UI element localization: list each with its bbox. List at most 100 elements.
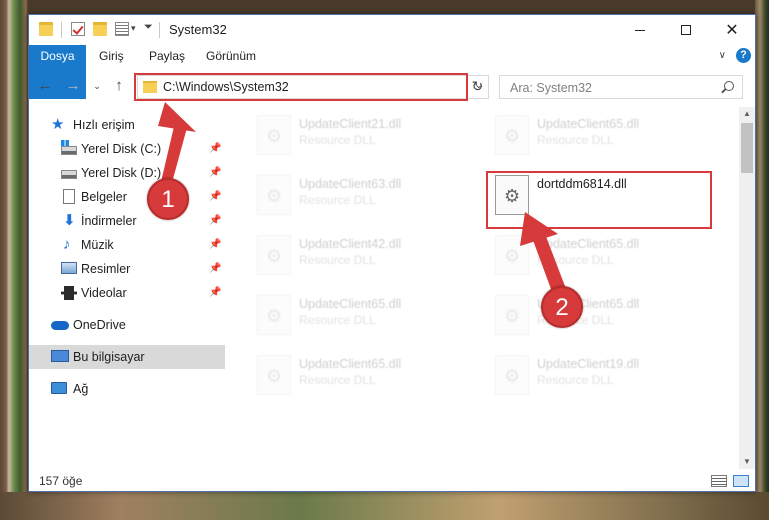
quick-access-dropdown-icon[interactable]: ⏷ [144,21,153,34]
dll-file-icon [257,235,291,275]
sidebar-item-label: Resimler [81,262,131,276]
target-file-highlight [486,171,712,229]
sidebar-item-network[interactable]: Ağ [29,377,225,401]
dll-file-icon [495,355,529,395]
dll-file-icon [257,355,291,395]
pin-icon[interactable]: 📌 [209,239,221,250]
expand-ribbon-icon[interactable]: ∨ [719,50,726,61]
dll-file-icon [495,235,529,275]
scroll-down-icon[interactable]: ▼ [739,455,755,469]
chevron-down-icon[interactable]: ▾ [131,23,136,34]
sidebar-item-local-disk-c[interactable]: Yerel Disk (C:) 📌 [29,137,225,161]
properties-check-icon[interactable] [71,22,85,36]
maximize-icon [681,25,691,35]
sidebar-item-documents[interactable]: Belgeler 📌 [29,185,225,209]
title-bar: ▾ ⏷ System32 ✕ [29,15,755,45]
refresh-button[interactable]: ↻ [467,75,487,99]
sidebar-item-label: Yerel Disk (D:) [81,166,162,180]
file-item[interactable]: UpdateClient65.dll Resource DLL [485,231,711,285]
file-type: Resource DLL [299,373,376,387]
tab-home[interactable]: Giriş [87,45,136,67]
pin-icon[interactable]: 📌 [209,167,221,178]
navigation-pane: ★ Hızlı erişim Yerel Disk (C:) 📌 Yerel D… [29,107,225,467]
pictures-icon [61,262,77,274]
file-item[interactable]: UpdateClient65.dll Resource DLL [247,291,473,345]
sidebar-item-label: Hızlı erişim [73,118,135,132]
dll-file-icon [257,295,291,335]
file-item[interactable]: UpdateClient65.dll Resource DLL [485,291,711,345]
pin-icon[interactable]: 📌 [209,191,221,202]
item-count: 157 öğe [39,474,83,488]
vertical-scrollbar[interactable]: ▲ ▼ [739,107,755,469]
minimize-button[interactable] [617,15,663,45]
dll-file-icon [257,115,291,155]
pin-icon[interactable]: 📌 [209,287,221,298]
pin-icon[interactable]: 📌 [209,215,221,226]
tab-view[interactable]: Görünüm [194,45,268,67]
recent-locations-button[interactable]: ⌄ [87,75,107,97]
maximize-button[interactable] [663,15,709,45]
file-type: Resource DLL [537,373,614,387]
sidebar-item-videos[interactable]: Videolar 📌 [29,281,225,305]
customize-toolbar-icon[interactable] [115,22,129,36]
new-folder-icon[interactable] [93,22,107,36]
divider [159,22,160,38]
step-badge-1: 1 [147,178,189,220]
sidebar-item-quick-access[interactable]: ★ Hızlı erişim [29,113,225,137]
close-icon: ✕ [725,22,739,39]
close-button[interactable]: ✕ [709,15,755,45]
file-item[interactable]: UpdateClient42.dll Resource DLL [247,231,473,285]
search-box[interactable]: Ara: System32 [499,75,743,99]
forward-button[interactable]: → [63,75,83,97]
file-name: UpdateClient42.dll [299,237,402,251]
scroll-up-icon[interactable]: ▲ [739,107,755,121]
computer-icon [51,350,69,362]
document-icon [63,189,75,204]
large-icons-view-icon[interactable] [733,475,749,487]
disk-icon [61,146,77,155]
file-item[interactable]: UpdateClient19.dll Resource DLL [485,351,711,405]
dll-file-icon [495,115,529,155]
pin-icon[interactable]: 📌 [209,143,221,154]
file-name: UpdateClient65.dll [537,237,640,251]
video-icon [61,286,77,300]
sidebar-item-local-disk-d[interactable]: Yerel Disk (D:) 📌 [29,161,225,185]
file-item[interactable]: UpdateClient65.dll Resource DLL [247,351,473,405]
scrollbar-thumb[interactable] [741,123,753,173]
back-button[interactable]: ← [35,75,55,97]
file-type: Resource DLL [299,193,376,207]
search-placeholder[interactable]: Ara: System32 [510,81,592,95]
file-item[interactable]: UpdateClient21.dll Resource DLL [247,111,473,165]
help-icon[interactable]: ? [736,48,751,63]
sidebar-item-this-pc[interactable]: Bu bilgisayar [29,345,225,369]
sidebar-item-music[interactable]: ♪ Müzik 📌 [29,233,225,257]
file-list: UpdateClient21.dll Resource DLL UpdateCl… [237,107,737,467]
file-explorer-window: ▾ ⏷ System32 ✕ Dosya Giriş Paylaş Görünü… [28,14,756,492]
up-button[interactable]: ↑ [109,75,129,97]
sidebar-item-label: Belgeler [81,190,127,204]
sidebar-item-downloads[interactable]: ⬇ İndirmeler 📌 [29,209,225,233]
sidebar-item-label: Yerel Disk (C:) [81,142,162,156]
pin-icon[interactable]: 📌 [209,263,221,274]
file-item[interactable]: UpdateClient63.dll Resource DLL [247,171,473,225]
sidebar-item-onedrive[interactable]: OneDrive [29,313,225,337]
file-name: UpdateClient65.dll [537,117,640,131]
download-icon: ⬇ [63,212,76,229]
file-type: Resource DLL [537,133,614,147]
sidebar-item-label: OneDrive [73,318,126,332]
star-icon: ★ [51,116,65,133]
search-icon[interactable] [724,81,734,91]
file-name: UpdateClient19.dll [537,357,640,371]
desktop-background-bottom [0,492,769,520]
file-type: Resource DLL [299,313,376,327]
file-name: UpdateClient65.dll [299,357,402,371]
dll-file-icon [495,295,529,335]
step-badge-2: 2 [541,286,583,328]
file-item[interactable]: UpdateClient65.dll Resource DLL [485,111,711,165]
details-view-icon[interactable] [711,475,727,487]
tab-share[interactable]: Paylaş [137,45,197,67]
sidebar-item-pictures[interactable]: Resimler 📌 [29,257,225,281]
file-name: UpdateClient63.dll [299,177,402,191]
sidebar-item-label: Müzik [81,238,114,252]
network-icon [51,382,67,394]
